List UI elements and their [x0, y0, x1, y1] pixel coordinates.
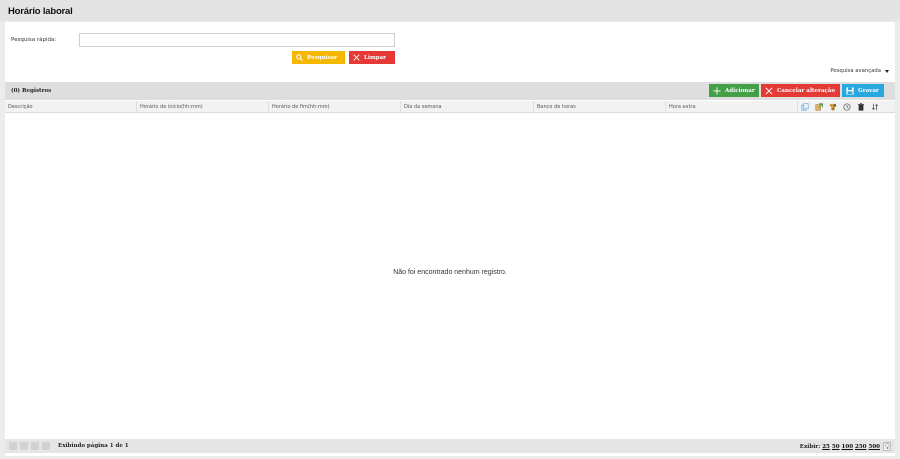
- column-header-description[interactable]: Descrição: [5, 101, 137, 112]
- history-icon[interactable]: [842, 102, 851, 111]
- page-size-option[interactable]: 25: [822, 444, 830, 450]
- first-page-button[interactable]: [9, 442, 17, 450]
- grid-footer: Exibindo página 1 de 1 Exibir: 25 50 100…: [5, 439, 895, 453]
- clear-button[interactable]: Limpar: [349, 51, 395, 64]
- next-page-button[interactable]: [31, 442, 39, 450]
- sort-icon[interactable]: [870, 102, 879, 111]
- empty-message: Não foi encontrado nenhum registro.: [393, 269, 507, 276]
- copy-icon[interactable]: [800, 102, 809, 111]
- floppy-disk-icon: [846, 86, 854, 95]
- lightbulb-icon[interactable]: [883, 442, 891, 451]
- clear-button-label: Limpar: [364, 54, 387, 61]
- cancel-changes-button[interactable]: Cancelar alteração: [761, 84, 840, 97]
- cancel-changes-label: Cancelar alteração: [777, 87, 835, 94]
- previous-page-button[interactable]: [20, 442, 28, 450]
- advanced-search-toggle[interactable]: Pesquisa avançada: [830, 68, 889, 74]
- close-icon: [765, 86, 773, 95]
- grid-header: Descrição Horário de início(hh:mm) Horár…: [5, 101, 895, 113]
- column-header-start-time[interactable]: Horário de início(hh:mm): [137, 101, 269, 112]
- page-title: Horário laboral: [8, 6, 73, 17]
- save-button-label: Gravar: [858, 87, 879, 94]
- grid-tools: [800, 102, 879, 111]
- pagination-controls: [9, 442, 50, 450]
- delete-icon[interactable]: [856, 102, 865, 111]
- add-button-label: Adicionar: [725, 87, 755, 94]
- save-button[interactable]: Gravar: [842, 84, 884, 97]
- search-icon: [296, 54, 303, 61]
- close-icon: [353, 54, 360, 61]
- search-button-label: Pesquisar: [307, 54, 338, 61]
- plus-icon: [713, 86, 721, 95]
- page-size-label: Exibir:: [799, 443, 821, 450]
- search-button[interactable]: Pesquisar: [292, 51, 345, 64]
- record-count: (0) Registros: [11, 88, 52, 94]
- column-header-weekday[interactable]: Dia da semana: [401, 101, 534, 112]
- page-size-option[interactable]: 250: [855, 444, 866, 450]
- column-header-overtime[interactable]: Hora extra: [666, 101, 798, 112]
- page-info: Exibindo página 1 de 1: [58, 443, 129, 449]
- page-size-option[interactable]: 50: [832, 444, 840, 450]
- quick-search-input[interactable]: [79, 33, 395, 47]
- export-icon[interactable]: [814, 102, 823, 111]
- last-page-button[interactable]: [42, 442, 50, 450]
- main-panel: Pesquisa rápida: Pesquisar Limpar Pesqui…: [5, 22, 895, 456]
- page-size-option[interactable]: 500: [869, 444, 880, 450]
- caret-down-icon: [885, 69, 889, 73]
- page-size-selector: Exibir: 25 50 100 250 500: [800, 442, 891, 451]
- advanced-search-label: Pesquisa avançada: [830, 68, 881, 74]
- quick-search-label: Pesquisa rápida:: [11, 37, 57, 43]
- add-button[interactable]: Adicionar: [709, 84, 759, 97]
- column-header-hour-bank[interactable]: Banco de horas: [534, 101, 666, 112]
- title-bar: Horário laboral: [0, 0, 900, 21]
- page-size-option[interactable]: 100: [842, 444, 853, 450]
- filter-icon[interactable]: [828, 102, 837, 111]
- column-header-end-time[interactable]: Horário de fim(hh:mm): [269, 101, 401, 112]
